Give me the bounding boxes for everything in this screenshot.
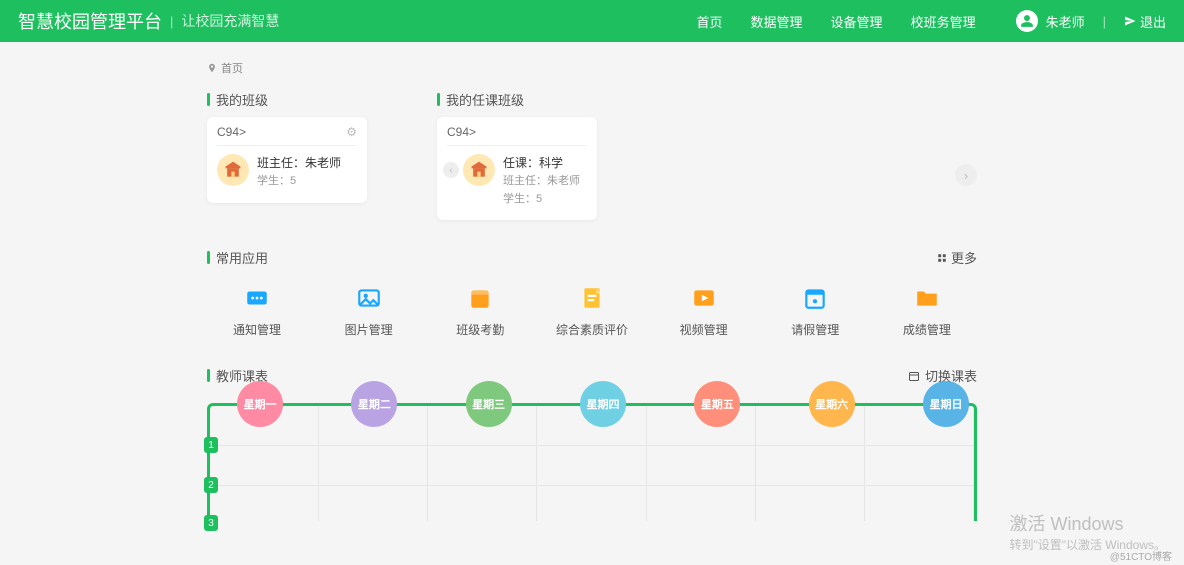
page-content: 首页 我的班级 C94> ⚙ 班主任：朱老师 学生：5 <box>207 42 977 521</box>
schedule-cell[interactable] <box>319 486 428 521</box>
school-icon <box>463 154 495 186</box>
my-class-section: 我的班级 C94> ⚙ 班主任：朱老师 学生：5 <box>207 90 367 220</box>
calendar2-icon <box>802 285 828 311</box>
app-folder[interactable]: 成绩管理 <box>887 285 967 338</box>
breadcrumb: 首页 <box>207 60 977 76</box>
day-header: 星期二 <box>351 381 397 427</box>
nav-device[interactable]: 设备管理 <box>831 12 883 31</box>
more-label: 更多 <box>951 248 977 267</box>
schedule-cell[interactable] <box>428 486 537 521</box>
nav-data[interactable]: 数据管理 <box>751 12 803 31</box>
apps-section-head: 常用应用 更多 <box>207 248 977 267</box>
brand-sep: | <box>170 14 173 29</box>
day-header: 星期六 <box>809 381 855 427</box>
class-students: 学生：5 <box>257 173 341 191</box>
day-header: 星期日 <box>923 381 969 427</box>
schedule-cell[interactable] <box>865 446 974 486</box>
teach-subject: 任课：科学 <box>503 154 580 173</box>
nav-home[interactable]: 首页 <box>697 12 723 31</box>
app-video[interactable]: 视频管理 <box>664 285 744 338</box>
brand-title: 智慧校园管理平台 <box>18 8 162 34</box>
class-teacher: 班主任：朱老师 <box>257 154 341 173</box>
calendar-icon <box>467 285 493 311</box>
my-class-card[interactable]: C94> ⚙ 班主任：朱老师 学生：5 <box>207 117 367 203</box>
grid-icon <box>937 253 947 263</box>
day-header: 星期四 <box>580 381 626 427</box>
class-name: C94> <box>217 125 246 139</box>
corner-tag: @51CTO博客 <box>1110 548 1172 563</box>
logout-button[interactable]: 退出 <box>1124 12 1166 31</box>
my-class-title: 我的班级 <box>207 90 367 109</box>
schedule-cell[interactable] <box>537 446 646 486</box>
app-calendar[interactable]: 班级考勤 <box>440 285 520 338</box>
user-box: 朱老师 | 退出 <box>1016 10 1166 32</box>
message-icon <box>244 285 270 311</box>
teach-students: 学生：5 <box>503 191 580 209</box>
main-nav: 首页 数据管理 设备管理 校班务管理 <box>697 12 976 31</box>
teach-class-section: 我的任课班级 C94> ‹ 任课：科学 班主任：朱老师 学生：5 <box>437 90 597 220</box>
schedule-cell[interactable] <box>647 446 756 486</box>
day-header: 星期一 <box>237 381 283 427</box>
school-icon <box>217 154 249 186</box>
note-icon <box>579 285 605 311</box>
user-sep: | <box>1103 14 1106 29</box>
apps-title: 常用应用 <box>207 248 268 267</box>
app-image[interactable]: 图片管理 <box>329 285 409 338</box>
schedule-cell[interactable] <box>210 486 319 521</box>
teach-class-card[interactable]: C94> ‹ 任课：科学 班主任：朱老师 学生：5 <box>437 117 597 220</box>
gear-icon[interactable]: ⚙ <box>346 125 357 139</box>
teach-class-name: C94> <box>447 125 476 139</box>
app-label: 请假管理 <box>791 321 839 338</box>
top-bar: 智慧校园管理平台 | 让校园充满智慧 首页 数据管理 设备管理 校班务管理 朱老… <box>0 0 1184 42</box>
teach-class-title: 我的任课班级 <box>437 90 597 109</box>
app-label: 图片管理 <box>345 321 393 338</box>
prev-card-button[interactable]: ‹ <box>443 162 459 178</box>
app-label: 视频管理 <box>680 321 728 338</box>
schedule-cell[interactable] <box>647 486 756 521</box>
row-2-label: 2 <box>204 477 218 493</box>
watermark-line1: 激活 Windows <box>1009 510 1166 536</box>
schedule-cell[interactable] <box>756 446 865 486</box>
windows-watermark: 激活 Windows 转到"设置"以激活 Windows。 <box>1009 510 1166 553</box>
app-label: 综合素质评价 <box>556 321 628 338</box>
row-1-label: 1 <box>204 437 218 453</box>
app-label: 成绩管理 <box>903 321 951 338</box>
schedule-cell[interactable] <box>319 446 428 486</box>
next-card-button[interactable]: › <box>955 164 977 186</box>
day-header: 星期三 <box>466 381 512 427</box>
user-name: 朱老师 <box>1046 12 1085 31</box>
pin-icon <box>207 63 217 73</box>
video-icon <box>691 285 717 311</box>
teach-teacher: 班主任：朱老师 <box>503 173 580 191</box>
schedule-table: 星期一星期二星期三星期四星期五星期六星期日 1 2 3 <box>207 403 977 521</box>
app-message[interactable]: 通知管理 <box>217 285 297 338</box>
schedule-cell[interactable] <box>537 486 646 521</box>
schedule-cell[interactable] <box>210 446 319 486</box>
schedule-cell[interactable] <box>756 486 865 521</box>
app-label: 通知管理 <box>233 321 281 338</box>
image-icon <box>356 285 382 311</box>
schedule-cell[interactable] <box>428 446 537 486</box>
app-label: 班级考勤 <box>456 321 504 338</box>
breadcrumb-label[interactable]: 首页 <box>221 60 243 76</box>
avatar-icon[interactable] <box>1016 10 1038 32</box>
day-header: 星期五 <box>694 381 740 427</box>
row-3-label: 3 <box>204 515 218 531</box>
logout-label: 退出 <box>1140 12 1166 31</box>
calendar-icon <box>908 370 920 382</box>
tagline: 让校园充满智慧 <box>181 11 279 31</box>
app-note[interactable]: 综合素质评价 <box>552 285 632 338</box>
app-calendar2[interactable]: 请假管理 <box>775 285 855 338</box>
plane-icon <box>1124 15 1136 27</box>
more-apps-button[interactable]: 更多 <box>937 248 977 267</box>
schedule-cell[interactable] <box>865 486 974 521</box>
nav-class[interactable]: 校班务管理 <box>911 12 976 31</box>
folder-icon <box>914 285 940 311</box>
apps-grid: 通知管理 图片管理 班级考勤 综合素质评价 视频管理 请假管理 成绩管理 <box>207 285 977 338</box>
